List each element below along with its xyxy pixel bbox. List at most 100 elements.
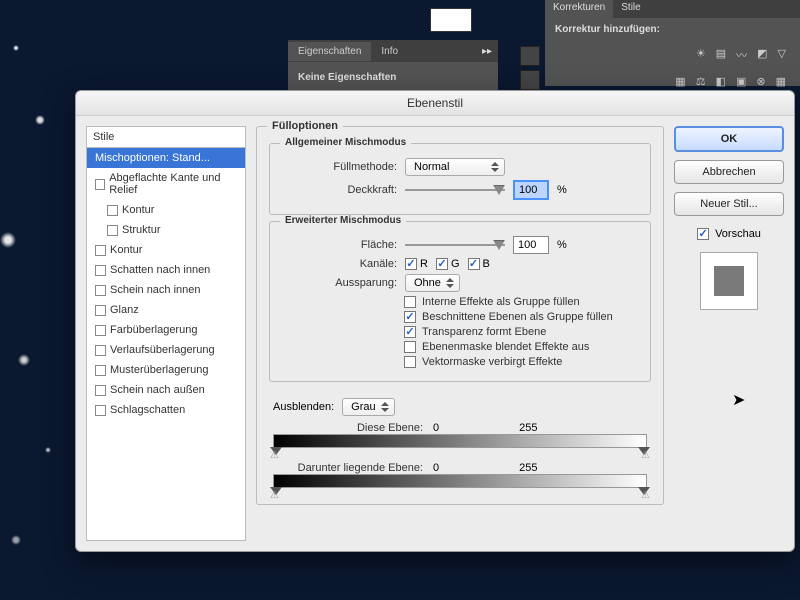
fill-options-legend: Fülloptionen [267,120,343,132]
adjustments-panel: Korrekturen Stile Korrektur hinzufügen: … [545,0,800,86]
checkbox-icon[interactable] [107,205,118,216]
tab-info[interactable]: Info [371,42,408,61]
cb-internal-effects[interactable] [404,296,416,308]
fill-opacity-slider[interactable] [405,239,505,251]
cb-internal-effects-label: Interne Effekte als Gruppe füllen [422,296,580,308]
warn-icon: ⚠ [641,450,650,461]
knockout-select[interactable]: Ohne [405,274,460,292]
checkbox-icon[interactable] [107,225,118,236]
advanced-blend-legend: Erweiterter Mischmodus [280,215,406,226]
vibrance-icon[interactable]: ▽ [778,47,786,63]
style-item-bevel[interactable]: Abgeflachte Kante und Relief [87,168,245,200]
lut-icon[interactable]: ▦ [776,75,786,88]
checkbox-icon[interactable] [95,265,106,276]
cb-vector-mask-hides[interactable] [404,356,416,368]
checkbox-icon[interactable] [95,405,106,416]
blend-mode-select[interactable]: Normal [405,158,505,176]
checkbox-icon[interactable] [95,385,106,396]
range-lo: 0 [433,422,439,434]
warn-icon: ⚠ [270,450,279,461]
style-item-texture[interactable]: Struktur [87,220,245,240]
style-item-contour[interactable]: Kontur [87,200,245,220]
channel-r-label: R [420,258,428,270]
blend-if-group: Ausblenden: Grau Diese Ebene: 0 255 ⚠ ⚠ [269,388,651,492]
checkbox-icon[interactable] [95,179,105,190]
channel-g-label: G [451,258,460,270]
checkbox-icon[interactable] [95,365,106,376]
checkbox-icon[interactable] [95,245,106,256]
fill-opacity-label: Fläche: [282,239,397,251]
checkbox-icon[interactable] [95,305,106,316]
cb-vector-mask-hides-label: Vektormaske verbirgt Effekte [422,356,562,368]
preview-swatch [714,266,744,296]
adjustment-icons-row1: ☀ ▤ 〰 ◩ ▽ [545,41,800,69]
blend-if-select[interactable]: Grau [342,398,394,416]
percent-label: % [557,184,567,196]
warn-icon: ⚠ [270,490,279,501]
tab-korrekturen[interactable]: Korrekturen [545,0,613,18]
percent-label: % [557,239,567,251]
fill-opacity-field[interactable]: 100 [513,236,549,254]
blend-if-label: Ausblenden: [273,401,334,413]
hue-icon[interactable]: ▦ [675,75,685,88]
style-item-outer-glow[interactable]: Schein nach außen [87,380,245,400]
style-item-satin[interactable]: Glanz [87,300,245,320]
checkbox-icon[interactable] [95,285,106,296]
knockout-label: Aussparung: [282,277,397,289]
style-item-blending-options[interactable]: Mischoptionen: Stand... [87,148,245,168]
underlying-layer-slider[interactable]: ⚠ ⚠ [273,474,647,488]
preview-swatch-box [700,252,758,310]
exposure-icon[interactable]: ◩ [757,47,767,63]
balance-icon[interactable]: ⚖ [696,75,706,88]
channel-b-checkbox[interactable] [468,258,480,270]
cancel-button[interactable]: Abbrechen [674,160,784,184]
curves-icon[interactable]: 〰 [736,47,747,63]
preview-checkbox[interactable] [697,228,709,240]
warn-icon: ⚠ [641,490,650,501]
cb-clipped-layers[interactable] [404,311,416,323]
properties-body: Keine Eigenschaften [288,62,498,93]
dialog-title: Ebenenstil [76,91,794,116]
style-item-pattern-overlay[interactable]: Musterüberlagerung [87,360,245,380]
bw-icon[interactable]: ◧ [716,75,726,88]
preview-label: Vorschau [715,228,761,240]
channel-mixer-icon[interactable]: ⊗ [756,75,765,88]
panel-collapse-icon[interactable]: ▸▸ [476,42,498,61]
checkbox-icon[interactable] [95,345,106,356]
style-item-color-overlay[interactable]: Farbüberlagerung [87,320,245,340]
style-item-inner-glow[interactable]: Schein nach innen [87,280,245,300]
advanced-blend-group: Erweiterter Mischmodus Fläche: 100 % Kan… [269,221,651,382]
photo-filter-icon[interactable]: ▣ [736,75,746,88]
checkbox-icon[interactable] [95,325,106,336]
cb-clipped-layers-label: Beschnittene Ebenen als Gruppe füllen [422,311,613,323]
range-hi: 255 [519,422,537,434]
new-style-button[interactable]: Neuer Stil... [674,192,784,216]
opacity-slider[interactable] [405,184,505,196]
general-blend-legend: Allgemeiner Mischmodus [280,137,411,148]
style-item-stroke[interactable]: Kontur [87,240,245,260]
panel-icon-2[interactable] [520,70,540,90]
cb-transparency-shapes[interactable] [404,326,416,338]
tab-eigenschaften[interactable]: Eigenschaften [288,42,371,61]
style-item-inner-shadow[interactable]: Schatten nach innen [87,260,245,280]
style-item-drop-shadow[interactable]: Schlagschatten [87,400,245,420]
cb-layer-mask-hides[interactable] [404,341,416,353]
channel-g-checkbox[interactable] [436,258,448,270]
underlying-layer-label: Darunter liegende Ebene: [273,462,423,474]
cb-transparency-shapes-label: Transparenz formt Ebene [422,326,546,338]
panel-icon-1[interactable] [520,46,540,66]
style-item-gradient-overlay[interactable]: Verlaufsüberlagerung [87,340,245,360]
brightness-icon[interactable]: ☀ [696,47,706,63]
range-lo: 0 [433,462,439,474]
levels-icon[interactable]: ▤ [716,47,726,63]
opacity-field[interactable]: 100 [513,180,549,200]
channel-r-checkbox[interactable] [405,258,417,270]
ok-button[interactable]: OK [674,126,784,152]
styles-header: Stile [87,127,245,148]
document-thumb [430,8,472,32]
cb-layer-mask-hides-label: Ebenenmaske blendet Effekte aus [422,341,589,353]
tab-stile[interactable]: Stile [613,0,648,18]
range-hi: 255 [519,462,537,474]
opacity-label: Deckkraft: [282,184,397,196]
this-layer-slider[interactable]: ⚠ ⚠ [273,434,647,448]
